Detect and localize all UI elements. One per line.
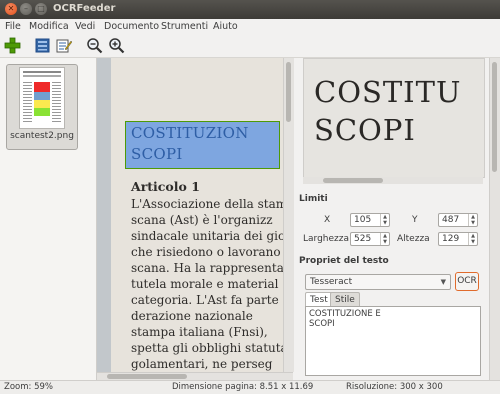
title-bar: ✕ – □ OCRFeeder bbox=[0, 0, 500, 19]
document-vertical-scrollbar[interactable] bbox=[283, 58, 294, 372]
body-line-10: spetta gli obblighi statuta bbox=[131, 341, 283, 355]
limits-section-title: Limiti bbox=[299, 194, 328, 204]
y-spinbox[interactable]: 487 ▲ ▼ bbox=[438, 213, 478, 227]
menu-documento[interactable]: Documento bbox=[104, 21, 159, 32]
selection-preview: COSTITU SCOPI bbox=[303, 58, 485, 178]
status-bar: Zoom: 59% Dimensione pagina: 8.51 x 11.6… bbox=[0, 380, 500, 394]
body-line-2: scana (Ast) è l'organizz bbox=[131, 213, 273, 227]
close-icon[interactable]: ✕ bbox=[5, 3, 17, 15]
preview-line-2: SCOPI bbox=[314, 113, 416, 147]
x-label: X bbox=[324, 215, 331, 225]
window-title: OCRFeeder bbox=[53, 3, 116, 14]
zoom-out-icon[interactable] bbox=[86, 37, 103, 54]
body-line-6: tutela morale e material bbox=[131, 277, 279, 291]
zoom-in-icon[interactable] bbox=[108, 37, 125, 54]
ocr-text-area[interactable]: COSTITUZIONE E SCOPI bbox=[305, 306, 481, 376]
x-spinbox[interactable]: 105 ▲ ▼ bbox=[350, 213, 390, 227]
height-value: 129 bbox=[442, 234, 460, 244]
resolution-status: Risoluzione: 300 x 300 bbox=[346, 382, 443, 392]
y-label: Y bbox=[412, 215, 418, 225]
height-stepper-icon[interactable]: ▲ ▼ bbox=[468, 233, 477, 245]
tab-test[interactable]: Test bbox=[305, 292, 333, 306]
tab-stile[interactable]: Stile bbox=[330, 292, 360, 306]
add-icon[interactable] bbox=[4, 37, 21, 54]
pages-sidebar: scantest2.png bbox=[0, 58, 97, 380]
text-properties-title: Propriet del testo bbox=[299, 256, 389, 266]
menu-strumenti[interactable]: Strumenti bbox=[161, 21, 208, 32]
menu-file[interactable]: File bbox=[5, 21, 21, 32]
x-stepper-icon[interactable]: ▲ ▼ bbox=[380, 214, 389, 226]
heading-line-2: SCOPI bbox=[131, 145, 183, 163]
body-line-4: che risiedono o lavorano bbox=[131, 245, 281, 259]
height-spinbox[interactable]: 129 ▲ ▼ bbox=[438, 232, 478, 246]
panel-vertical-scrollbar[interactable] bbox=[489, 58, 500, 380]
ocr-engine-select[interactable]: Tesseract ▼ bbox=[305, 274, 451, 290]
thumbnail-filename: scantest2.png bbox=[10, 131, 74, 141]
body-line-5: scana. Ha la rappresentar bbox=[131, 261, 283, 275]
body-line-1: L'Associazione della stam bbox=[131, 197, 283, 211]
body-line-8: derazione nazionale bbox=[131, 309, 253, 323]
minimize-icon[interactable]: – bbox=[20, 3, 32, 15]
body-line-9: stampa italiana (Fnsi), bbox=[131, 325, 268, 339]
menu-aiuto[interactable]: Aiuto bbox=[213, 21, 238, 32]
menu-modifica[interactable]: Modifica bbox=[29, 21, 69, 32]
zoom-status: Zoom: 59% bbox=[4, 382, 53, 392]
menu-vedi[interactable]: Vedi bbox=[75, 21, 95, 32]
ocr-engine-value: Tesseract bbox=[310, 277, 353, 287]
menu-bar: File Modifica Vedi Documento Strumenti A… bbox=[0, 19, 500, 35]
toolbar bbox=[0, 35, 500, 58]
x-value: 105 bbox=[354, 215, 372, 225]
image-icon[interactable] bbox=[34, 37, 51, 54]
heading-line-1: COSTITUZION bbox=[131, 124, 249, 142]
edit-icon[interactable] bbox=[55, 37, 72, 54]
page-thumbnail[interactable]: scantest2.png bbox=[6, 64, 78, 150]
properties-panel: COSTITU SCOPI Limiti X 105 ▲ ▼ Y 487 ▲ ▼ L… bbox=[295, 58, 500, 380]
maximize-icon[interactable]: □ bbox=[35, 3, 47, 15]
y-value: 487 bbox=[442, 215, 460, 225]
y-stepper-icon[interactable]: ▲ ▼ bbox=[468, 214, 477, 226]
width-label: Larghezza bbox=[303, 234, 349, 244]
width-value: 525 bbox=[354, 234, 372, 244]
height-label: Altezza bbox=[397, 234, 430, 244]
thumbnail-image bbox=[19, 67, 65, 129]
body-line-3: sindacale unitaria dei gior bbox=[131, 229, 283, 243]
body-line-7: categoria. L'Ast fa parte de bbox=[131, 293, 283, 307]
chevron-down-icon: ▼ bbox=[440, 278, 446, 286]
article-title: Articolo 1 bbox=[131, 179, 200, 194]
preview-line-1: COSTITU bbox=[314, 75, 462, 109]
body-line-11: golamentari, ne perseg bbox=[131, 357, 273, 371]
preview-horizontal-scrollbar[interactable] bbox=[303, 177, 483, 184]
width-spinbox[interactable]: 525 ▲ ▼ bbox=[350, 232, 390, 246]
width-stepper-icon[interactable]: ▲ ▼ bbox=[380, 233, 389, 245]
page-size-status: Dimensione pagina: 8.51 x 11.69 bbox=[172, 382, 314, 392]
document-view[interactable]: COSTITUZION SCOPI Articolo 1 L'Associazi… bbox=[97, 58, 283, 372]
ocr-button[interactable]: OCR bbox=[455, 272, 479, 291]
